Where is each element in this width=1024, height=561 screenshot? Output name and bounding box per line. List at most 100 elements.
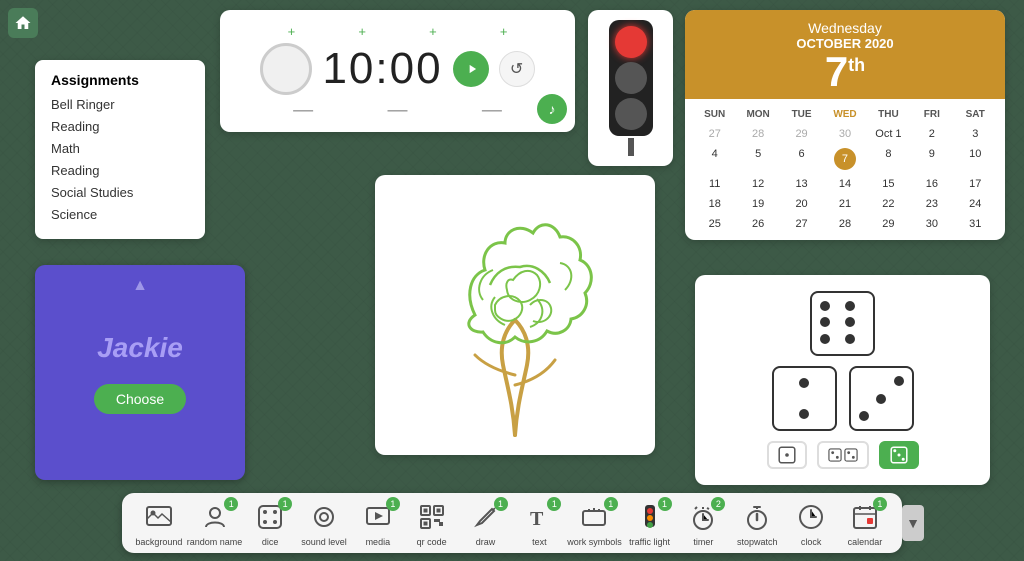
home-button[interactable] (8, 8, 38, 38)
work-symbols-label: work symbols (567, 537, 622, 547)
media-badge: 1 (386, 497, 400, 511)
choose-button[interactable]: Choose (94, 384, 186, 414)
calendar-grid: SUN MON TUE WED THU FRI SAT 27 28 29 30 … (685, 99, 1005, 240)
traffic-light-label: traffic light (629, 537, 670, 547)
timer-plus-1[interactable]: + (288, 24, 296, 39)
text-label: text (532, 537, 547, 547)
background-icon (141, 499, 177, 535)
toolbar-draw[interactable]: 1 draw (460, 499, 512, 547)
assignment-social-studies[interactable]: Social Studies (51, 182, 189, 204)
toolbar-dice[interactable]: 1 dice (244, 499, 296, 547)
traffic-light-post (628, 138, 634, 156)
dice-controls (711, 441, 974, 469)
toolbar-media[interactable]: 1 media (352, 499, 404, 547)
toolbar-calendar[interactable]: 1 calendar (839, 499, 891, 547)
toolbar-text[interactable]: 1 T text (513, 499, 565, 547)
sound-level-icon (306, 499, 342, 535)
timer-main-row: 10:00 ↺ (236, 43, 559, 95)
assignment-reading-1[interactable]: Reading (51, 116, 189, 138)
toolbar-clock[interactable]: clock (785, 499, 837, 547)
dice-roll-btn[interactable] (879, 441, 919, 469)
timer-minus-row: — — — (236, 99, 559, 122)
toolbar-traffic-light[interactable]: 1 traffic light (624, 499, 676, 547)
clock-label: clock (801, 537, 822, 547)
bottom-toolbar: background 1 random name 1 dice sound le… (122, 493, 902, 553)
toolbar-sound-level[interactable]: sound level (298, 499, 350, 547)
toolbar-work-symbols[interactable]: 1 work symbols (567, 499, 622, 547)
traffic-light-red[interactable] (615, 26, 647, 58)
dice-double-btn[interactable] (817, 441, 869, 469)
background-label: background (135, 537, 182, 547)
cal-mon: MON (736, 105, 779, 124)
student-name: Jackie (97, 332, 183, 364)
toolbar-qr-code[interactable]: qr code (406, 499, 458, 547)
cal-thu: THU (867, 105, 910, 124)
draw-badge: 1 (494, 497, 508, 511)
toolbar-timer[interactable]: 2 timer (677, 499, 729, 547)
timer-music-button[interactable]: ♪ (537, 94, 567, 124)
dice-six[interactable] (810, 291, 875, 356)
media-label: media (366, 537, 391, 547)
traffic-light-yellow[interactable] (615, 62, 647, 94)
svg-text:T: T (530, 508, 544, 530)
traffic-light-widget (588, 10, 673, 166)
dice-two[interactable] (772, 366, 837, 431)
dice-badge: 1 (278, 497, 292, 511)
cal-sat: SAT (954, 105, 997, 124)
assignment-bell-ringer[interactable]: Bell Ringer (51, 94, 189, 116)
timer-badge: 2 (711, 497, 725, 511)
timer-plus-row: + + + + (236, 24, 559, 39)
drawing-widget[interactable] (375, 175, 655, 455)
timer-display: 10:00 (322, 44, 442, 94)
timer-reset-button[interactable]: ↺ (499, 51, 535, 87)
assignments-panel: Assignments Bell Ringer Reading Math Rea… (35, 60, 205, 239)
timer-play-button[interactable] (453, 51, 489, 87)
work-symbols-badge: 1 (604, 497, 618, 511)
assignment-science[interactable]: Science (51, 204, 189, 226)
calendar-widget: Wednesday OCTOBER 2020 7th SUN MON TUE W… (685, 10, 1005, 240)
cal-week-2: 4 5 6 7 8 9 10 (693, 144, 997, 174)
cal-tue: TUE (780, 105, 823, 124)
assignments-title: Assignments (51, 72, 189, 88)
dice-single-btn[interactable] (767, 441, 807, 469)
traffic-light-green[interactable] (615, 98, 647, 130)
stopwatch-icon (739, 499, 775, 535)
student-arrow-icon[interactable]: ▲ (132, 277, 148, 295)
cal-sun: SUN (693, 105, 736, 124)
calendar-header-row: SUN MON TUE WED THU FRI SAT (693, 105, 997, 124)
calendar-header: Wednesday OCTOBER 2020 7th (685, 10, 1005, 99)
clock-icon (793, 499, 829, 535)
timer-minus-1[interactable]: — (293, 99, 313, 122)
timer-plus-4[interactable]: + (500, 24, 508, 39)
stopwatch-label: stopwatch (737, 537, 778, 547)
qr-code-icon (414, 499, 450, 535)
cal-week-5: 25 26 27 28 29 30 31 (693, 214, 997, 234)
cal-wed: WED (823, 105, 866, 124)
dice-mid-row (711, 366, 974, 431)
toolbar-random-name[interactable]: 1 random name (187, 499, 243, 547)
calendar-badge: 1 (873, 497, 887, 511)
toolbar-scroll-button[interactable]: ▼ (902, 505, 924, 541)
timer-minus-3[interactable]: — (482, 99, 502, 122)
calendar-label: calendar (848, 537, 883, 547)
random-name-label: random name (187, 537, 243, 547)
toolbar-stopwatch[interactable]: stopwatch (731, 499, 783, 547)
timer-circle (260, 43, 312, 95)
dice-label: dice (262, 537, 279, 547)
cal-week-1: 27 28 29 30 Oct 1 2 3 (693, 124, 997, 144)
cal-week-4: 18 19 20 21 22 23 24 (693, 194, 997, 214)
timer-plus-2[interactable]: + (358, 24, 366, 39)
timer-plus-3[interactable]: + (429, 24, 437, 39)
timer-panel: + + + + 10:00 ↺ — — — ♪ (220, 10, 575, 132)
calendar-day-number: 7th (693, 51, 997, 93)
timer-minus-2[interactable]: — (387, 99, 407, 122)
assignment-math[interactable]: Math (51, 138, 189, 160)
dice-top-row (711, 291, 974, 356)
timer-label: timer (693, 537, 713, 547)
random-name-badge: 1 (224, 497, 238, 511)
dice-three[interactable] (849, 366, 914, 431)
assignment-reading-2[interactable]: Reading (51, 160, 189, 182)
draw-label: draw (476, 537, 496, 547)
toolbar-background[interactable]: background (133, 499, 185, 547)
drawing-canvas (375, 175, 655, 455)
